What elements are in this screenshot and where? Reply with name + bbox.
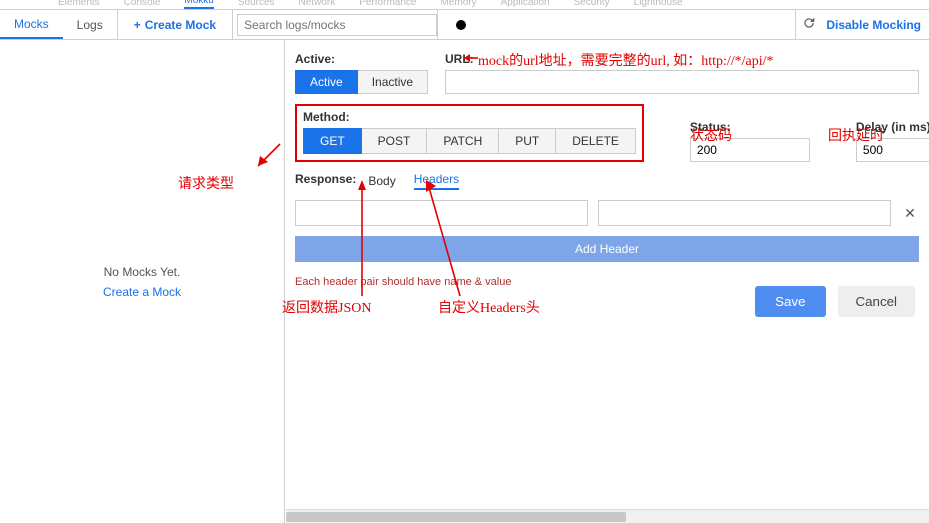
- add-header-button[interactable]: Add Header: [295, 236, 919, 262]
- status-label: Status:: [690, 120, 810, 134]
- devtools-tab[interactable]: Application: [501, 0, 550, 9]
- active-toggle: Active Inactive: [295, 70, 437, 94]
- response-tab-body[interactable]: Body: [368, 174, 395, 190]
- record-dot-icon[interactable]: [456, 20, 466, 30]
- create-mock-link[interactable]: Create a Mock: [103, 285, 181, 299]
- method-group-highlight: Method: GET POST PATCH PUT DELETE: [295, 104, 644, 162]
- reload-icon[interactable]: [802, 16, 816, 33]
- header-name-input[interactable]: [295, 200, 588, 226]
- inactive-button[interactable]: Inactive: [358, 70, 428, 94]
- divider: [232, 10, 233, 39]
- toolbar-mid: [438, 20, 795, 30]
- empty-text: No Mocks Yet.: [104, 265, 181, 279]
- active-button[interactable]: Active: [295, 70, 358, 94]
- url-input[interactable]: [445, 70, 919, 94]
- devtools-tab[interactable]: Performance: [359, 0, 416, 9]
- search-input[interactable]: [237, 14, 437, 36]
- disable-mocking-link[interactable]: Disable Mocking: [826, 18, 923, 32]
- method-delete[interactable]: DELETE: [556, 128, 636, 154]
- devtools-tab[interactable]: Lighthouse: [634, 0, 683, 9]
- devtools-tab[interactable]: Security: [574, 0, 610, 9]
- save-button[interactable]: Save: [755, 286, 825, 317]
- scrollbar-thumb[interactable]: [286, 512, 626, 522]
- tab-logs[interactable]: Logs: [63, 10, 117, 39]
- search-wrap: [237, 14, 437, 36]
- method-label: Method:: [303, 110, 636, 124]
- devtools-tab[interactable]: Elements: [58, 0, 100, 9]
- delay-input[interactable]: [856, 138, 929, 162]
- create-mock-button[interactable]: + Create Mock: [118, 18, 232, 32]
- toolbar: Mocks Logs + Create Mock Disable Mocking: [0, 10, 929, 40]
- status-input[interactable]: [690, 138, 810, 162]
- header-pair-row: ✕: [295, 200, 919, 226]
- devtools-tab-active[interactable]: Mokku: [184, 0, 213, 9]
- devtools-tab[interactable]: Sources: [238, 0, 275, 9]
- devtools-tab[interactable]: Network: [299, 0, 336, 9]
- devtools-tab-strip: Elements Console Mokku Sources Network P…: [0, 0, 929, 10]
- plus-icon: +: [134, 18, 141, 32]
- response-tab-headers[interactable]: Headers: [414, 172, 459, 190]
- method-patch[interactable]: PATCH: [427, 128, 499, 154]
- response-label: Response:: [295, 172, 356, 186]
- devtools-tab[interactable]: Memory: [440, 0, 476, 9]
- method-get[interactable]: GET: [303, 128, 362, 154]
- tab-mocks[interactable]: Mocks: [0, 10, 63, 39]
- mock-list-pane: No Mocks Yet. Create a Mock: [0, 40, 285, 523]
- devtools-tab[interactable]: Console: [124, 0, 161, 9]
- header-value-input[interactable]: [598, 200, 891, 226]
- method-put[interactable]: PUT: [499, 128, 556, 154]
- active-label: Active:: [295, 52, 437, 66]
- method-post[interactable]: POST: [362, 128, 428, 154]
- url-label: URL:: [445, 52, 919, 66]
- method-toggle: GET POST PATCH PUT DELETE: [303, 128, 636, 154]
- mock-form-pane: Active: Active Inactive URL: Method: GET…: [285, 40, 929, 523]
- delay-label: Delay (in ms):: [856, 120, 929, 134]
- cancel-button[interactable]: Cancel: [838, 286, 916, 317]
- remove-header-icon[interactable]: ✕: [901, 205, 919, 222]
- horizontal-scrollbar[interactable]: [286, 509, 929, 523]
